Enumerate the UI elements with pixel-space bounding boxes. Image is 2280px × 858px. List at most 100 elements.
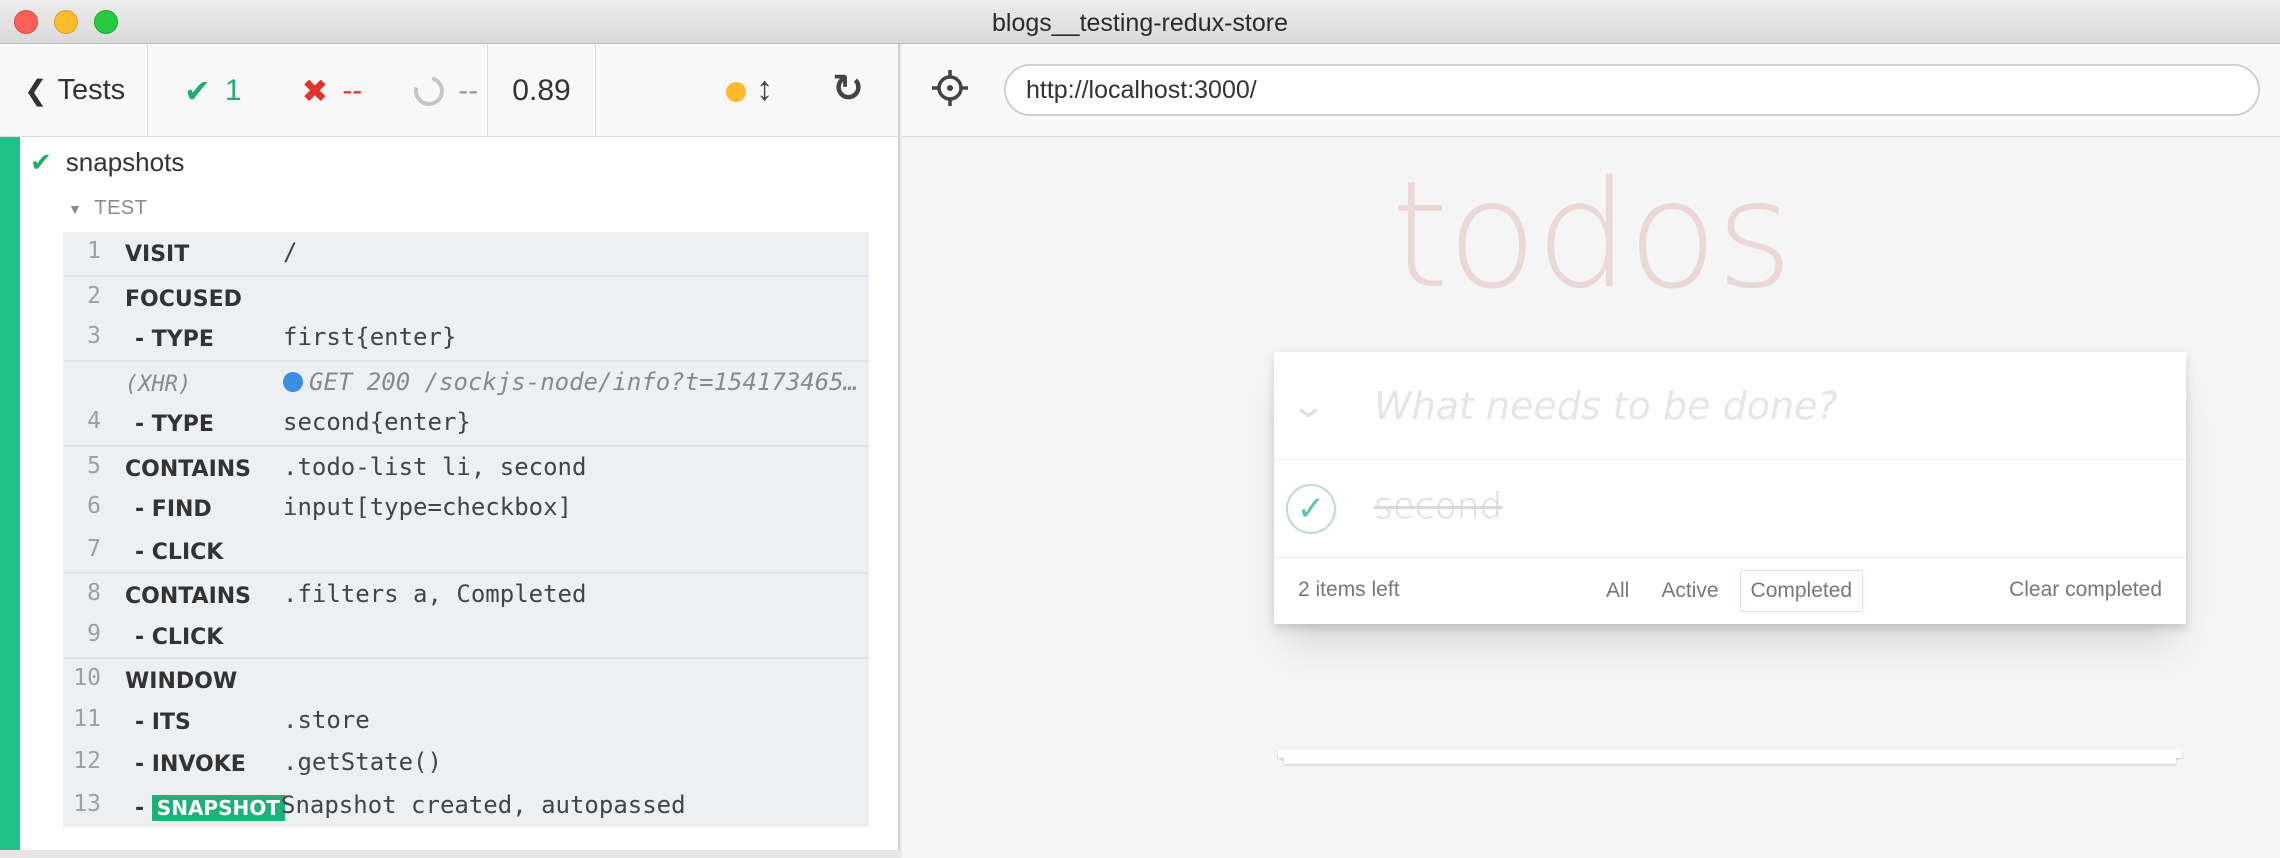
command-row[interactable]: 6 - FIND input[type=checkbox] bbox=[63, 487, 869, 530]
failed-stat: ✖ -- bbox=[302, 72, 363, 110]
reporter-controls: ↕ ↻ bbox=[596, 44, 898, 137]
browser-toolbar: http://localhost:3000/ bbox=[902, 44, 2280, 137]
command-name: CONTAINS bbox=[125, 456, 252, 482]
command-number: 1 bbox=[87, 238, 101, 264]
check-icon: ✓ bbox=[1296, 490, 1326, 528]
test-section-toggle[interactable]: ▼ TEST bbox=[68, 197, 147, 220]
chevron-left-icon: ❮ bbox=[24, 75, 48, 106]
viewport-indicator-dot bbox=[726, 82, 746, 102]
command-number: 4 bbox=[87, 408, 101, 434]
command-number: 7 bbox=[87, 535, 101, 562]
command-row[interactable]: 11 - ITS .store bbox=[63, 699, 869, 742]
reporter-header: ❮ Tests ✔ 1 ✖ -- -- 0.89 ↕ ↻ bbox=[0, 44, 900, 137]
command-name: CONTAINS bbox=[125, 584, 252, 609]
command-message: .filters a, Completed bbox=[283, 580, 587, 608]
test-label: TEST bbox=[94, 197, 148, 219]
back-to-tests-button[interactable]: ❮ Tests bbox=[0, 44, 148, 137]
command-row[interactable]: 12 - INVOKE .getState() bbox=[63, 742, 869, 785]
command-row[interactable]: 5 CONTAINS .todo-list li, second bbox=[63, 444, 869, 487]
snapshot-command-row[interactable]: 13 - SNAPSHOT Snapshot created, autopass… bbox=[63, 784, 869, 827]
snapshot-badge: SNAPSHOT bbox=[151, 794, 285, 821]
command-row[interactable]: 4 - TYPE second{enter} bbox=[63, 402, 869, 445]
command-message: input[type=checkbox] bbox=[283, 493, 572, 521]
x-icon: ✖ bbox=[301, 72, 329, 109]
command-message: second{enter} bbox=[283, 408, 471, 436]
command-row[interactable]: 1 VISIT / bbox=[63, 232, 869, 275]
command-row[interactable]: 7 - CLICK bbox=[63, 529, 869, 572]
command-name: WINDOW bbox=[125, 669, 238, 694]
check-icon: ✔ bbox=[30, 147, 52, 177]
todo-toggle-checkbox[interactable]: ✓ bbox=[1286, 484, 1336, 534]
command-name: - SNAPSHOT bbox=[135, 794, 285, 821]
command-number: 6 bbox=[87, 493, 101, 519]
app-title: todos bbox=[1390, 149, 1793, 321]
command-row[interactable]: 9 - CLICK bbox=[63, 614, 869, 657]
filter-active-link[interactable]: Active bbox=[1650, 570, 1729, 612]
command-message: .todo-list li, second bbox=[283, 452, 587, 481]
command-name: - TYPE bbox=[135, 327, 214, 352]
command-number: 11 bbox=[73, 705, 101, 732]
pass-status-bar bbox=[0, 137, 20, 850]
stack-shadow bbox=[1284, 756, 2176, 764]
caret-down-icon: ▼ bbox=[68, 200, 83, 217]
todo-app: ⌄ What needs to be done? ✓ second 2 item… bbox=[1274, 352, 2186, 624]
todo-item[interactable]: ✓ second bbox=[1274, 460, 2186, 558]
command-row[interactable]: 3 - TYPE first{enter} bbox=[63, 317, 869, 360]
filters: All Active Completed bbox=[1590, 570, 1868, 612]
command-name: - CLICK bbox=[135, 624, 224, 650]
new-todo-input[interactable]: What needs to be done? bbox=[1374, 352, 2166, 460]
window-title: blogs__testing-redux-store bbox=[992, 9, 1288, 37]
command-message: GET 200 /sockjs-node/info?t=154173465... bbox=[283, 368, 863, 396]
window-titlebar: blogs__testing-redux-store bbox=[0, 0, 2280, 44]
reload-icon[interactable]: ↻ bbox=[832, 66, 864, 111]
duration: 0.89 bbox=[488, 44, 596, 137]
url-input[interactable]: http://localhost:3000/ bbox=[1004, 64, 2260, 116]
pending-count: -- bbox=[458, 73, 479, 107]
command-name: VISIT bbox=[125, 242, 190, 267]
command-number: 5 bbox=[87, 452, 101, 479]
todo-label: second bbox=[1374, 486, 1503, 527]
command-message: .getState() bbox=[283, 748, 442, 776]
command-message: Snapshot created, autopassed bbox=[281, 790, 686, 819]
selector-playground-icon[interactable] bbox=[930, 68, 970, 108]
test-stats: ✔ 1 ✖ -- -- bbox=[148, 44, 488, 137]
filter-completed-link[interactable]: Completed bbox=[1739, 570, 1864, 612]
clear-completed-button[interactable]: Clear completed bbox=[2009, 578, 2162, 602]
command-row[interactable]: 10 WINDOW bbox=[63, 657, 869, 700]
command-message: .store bbox=[283, 705, 370, 734]
passed-count: 1 bbox=[224, 73, 242, 107]
pending-stat: -- bbox=[408, 70, 479, 111]
xhr-status-dot bbox=[283, 371, 303, 392]
failed-count: -- bbox=[342, 73, 363, 107]
resize-vertical-icon[interactable]: ↕ bbox=[756, 70, 773, 109]
xhr-message: GET 200 /sockjs-node/info?t=154173465... bbox=[309, 367, 863, 396]
items-left-count: 2 items left bbox=[1298, 578, 1400, 601]
toggle-all-chevron-icon[interactable]: ⌄ bbox=[1290, 386, 1327, 426]
back-tests-label: Tests bbox=[57, 74, 126, 106]
reporter-body: ✔ snapshots ▼ TEST 1 VISIT / 2 FOCUSED 3… bbox=[0, 137, 900, 858]
command-name: - TYPE bbox=[135, 412, 214, 437]
app-viewport: todos ⌄ What needs to be done? ✓ second … bbox=[902, 137, 2280, 858]
suite-title[interactable]: ✔ snapshots bbox=[30, 147, 184, 178]
command-number: 2 bbox=[87, 282, 101, 309]
command-number: 13 bbox=[73, 790, 101, 817]
command-number: 12 bbox=[73, 748, 101, 774]
command-log: 1 VISIT / 2 FOCUSED 3 - TYPE first{enter… bbox=[63, 232, 869, 827]
filter-all-link[interactable]: All bbox=[1595, 570, 1640, 612]
command-name: - FIND bbox=[135, 497, 212, 522]
reporter-footer-line bbox=[0, 850, 900, 858]
command-name: (XHR) bbox=[125, 371, 192, 397]
command-row[interactable]: 8 CONTAINS .filters a, Completed bbox=[63, 572, 869, 615]
command-number: 10 bbox=[73, 665, 101, 691]
command-name: - INVOKE bbox=[135, 752, 246, 777]
command-number: 3 bbox=[87, 323, 101, 349]
spinner-icon bbox=[408, 70, 450, 111]
command-name: FOCUSED bbox=[125, 286, 242, 312]
new-todo-row: ⌄ What needs to be done? bbox=[1274, 352, 2186, 460]
command-name: - CLICK bbox=[135, 539, 224, 565]
command-row[interactable]: 2 FOCUSED bbox=[63, 274, 869, 317]
command-name: - ITS bbox=[135, 709, 191, 735]
xhr-command-row[interactable]: (XHR) GET 200 /sockjs-node/info?t=154173… bbox=[63, 359, 869, 402]
check-icon: ✔ bbox=[184, 72, 211, 109]
command-message: / bbox=[283, 238, 298, 266]
